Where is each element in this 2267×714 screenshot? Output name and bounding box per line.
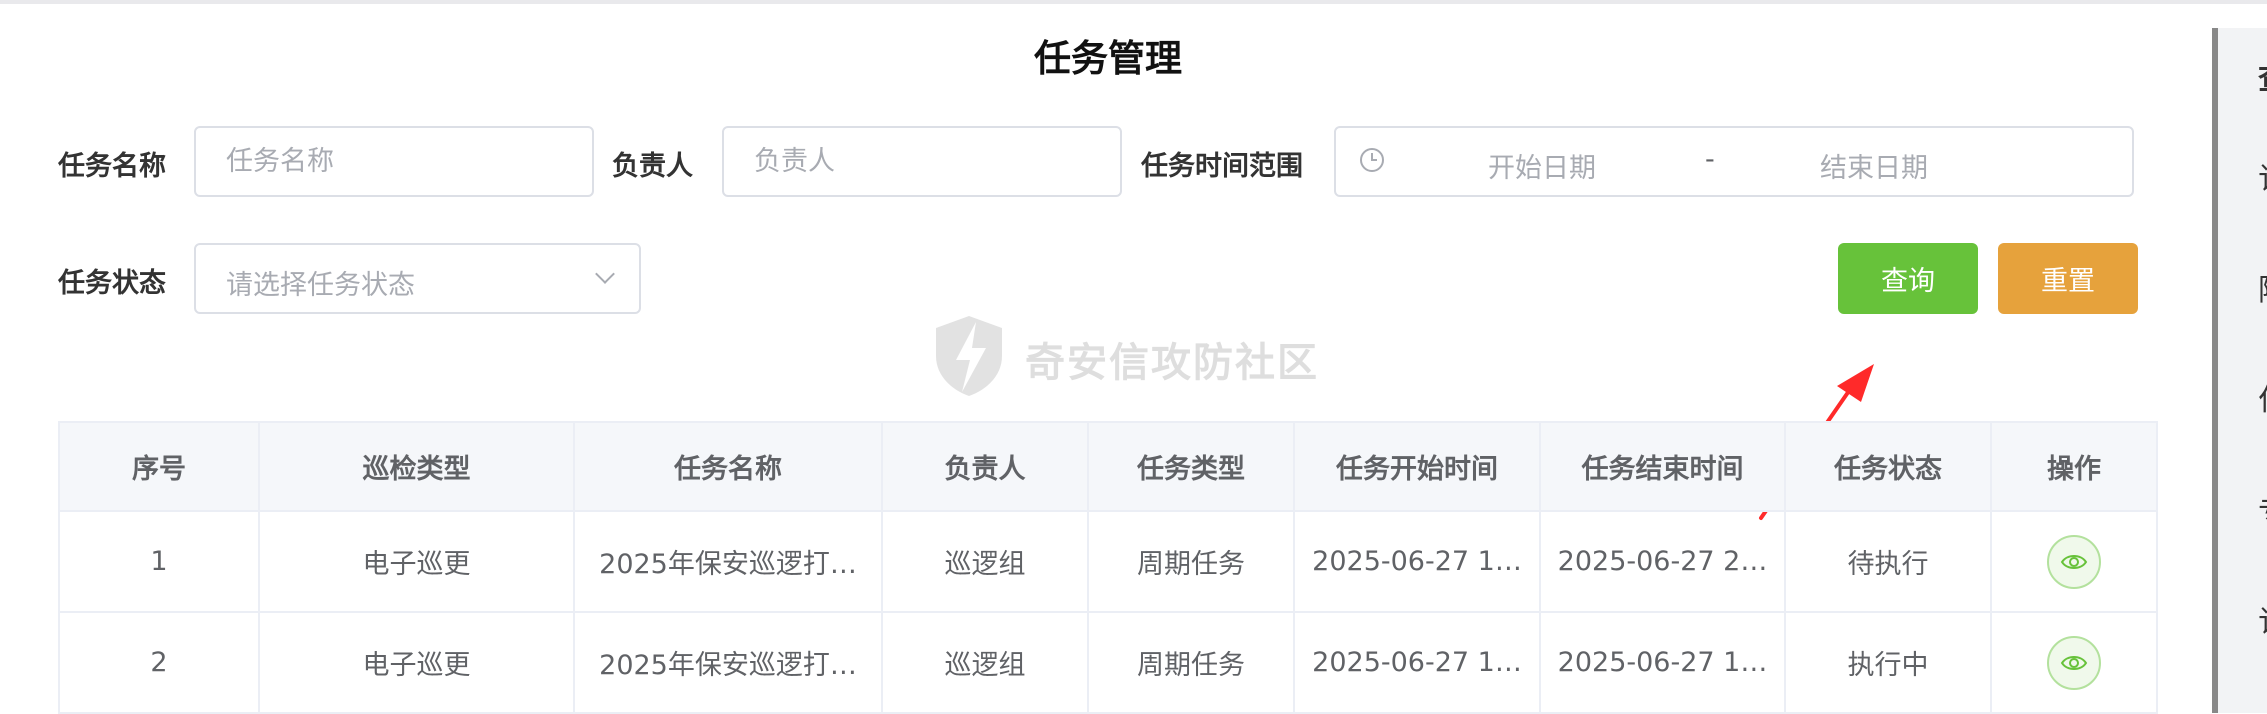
cell-index: 1 [58, 510, 260, 613]
table-header-row: 序号 巡检类型 任务名称 负责人 任务类型 任务开始时间 任务结束时间 任务状态… [58, 421, 2158, 512]
query-button[interactable]: 查询 [1838, 243, 1978, 314]
column-header: 序号 [58, 421, 260, 512]
cell-start-time: 2025-06-27 1… [1293, 611, 1541, 714]
eye-icon [2060, 655, 2088, 670]
column-header: 任务结束时间 [1539, 421, 1786, 512]
cell-owner: 巡逻组 [881, 510, 1089, 613]
watermark-text: 奇安信攻防社区 [1025, 340, 1319, 386]
side-panel-char: 订 [2258, 154, 2267, 198]
cell-task-name: 2025年保安巡逻打… [573, 611, 883, 714]
reset-button[interactable]: 重置 [1998, 243, 2138, 314]
page-title: 任务管理 [1034, 37, 1182, 80]
column-header: 任务类型 [1087, 421, 1295, 512]
cell-inspection-type: 电子巡更 [258, 510, 575, 613]
task-name-label: 任务名称 [58, 151, 166, 182]
column-header: 负责人 [881, 421, 1089, 512]
side-panel-char: 附 [2258, 265, 2267, 309]
side-panel-char: 订 [2258, 597, 2267, 641]
cell-end-time: 2025-06-27 1… [1539, 611, 1786, 714]
owner-label: 负责人 [612, 151, 693, 182]
status-select-placeholder: 请选择任务状态 [226, 270, 415, 301]
table-row: 1 电子巡更 2025年保安巡逻打… 巡逻组 周期任务 2025-06-27 1… [58, 510, 2158, 613]
cell-task-name: 2025年保安巡逻打… [573, 510, 883, 613]
task-table: 序号 巡检类型 任务名称 负责人 任务类型 任务开始时间 任务结束时间 任务状态… [58, 421, 2158, 714]
table-row: 2 电子巡更 2025年保安巡逻打… 巡逻组 周期任务 2025-06-27 1… [58, 611, 2158, 714]
top-border [0, 0, 2267, 4]
cell-inspection-type: 电子巡更 [258, 611, 575, 714]
start-date-input[interactable]: 开始日期 [1488, 146, 1596, 185]
cell-index: 2 [58, 611, 260, 714]
cell-action [1990, 510, 2158, 613]
clock-icon [1360, 148, 1384, 172]
cell-task-type: 周期任务 [1087, 611, 1295, 714]
column-header: 任务开始时间 [1293, 421, 1541, 512]
status-select[interactable]: 请选择任务状态 [194, 243, 641, 314]
view-button[interactable] [2047, 635, 2101, 690]
range-separator: - [1705, 144, 1715, 175]
time-range-label: 任务时间范围 [1141, 151, 1303, 182]
cell-end-time: 2025-06-27 2… [1539, 510, 1786, 613]
cell-task-type: 周期任务 [1087, 510, 1295, 613]
date-range-picker[interactable]: 开始日期 - 结束日期 [1334, 126, 2134, 197]
view-button[interactable] [2047, 534, 2101, 589]
cell-owner: 巡逻组 [881, 611, 1089, 714]
cell-action [1990, 611, 2158, 714]
column-header: 任务状态 [1784, 421, 1992, 512]
column-header: 任务名称 [573, 421, 883, 512]
cell-start-time: 2025-06-27 1… [1293, 510, 1541, 613]
task-name-input[interactable] [194, 126, 594, 197]
status-label: 任务状态 [58, 268, 166, 299]
column-header: 巡检类型 [258, 421, 575, 512]
column-header: 操作 [1990, 421, 2158, 512]
side-panel-char: 专 [2258, 487, 2267, 531]
side-panel-char: 查 [2258, 54, 2267, 98]
eye-icon [2060, 554, 2088, 569]
cell-status: 执行中 [1784, 611, 1992, 714]
owner-input[interactable] [722, 126, 1122, 197]
cell-status: 待执行 [1784, 510, 1992, 613]
chevron-down-icon [595, 264, 615, 284]
end-date-input[interactable]: 结束日期 [1820, 146, 1928, 185]
shield-bolt-icon [936, 316, 1002, 396]
side-panel-char: 付 [2258, 375, 2267, 419]
